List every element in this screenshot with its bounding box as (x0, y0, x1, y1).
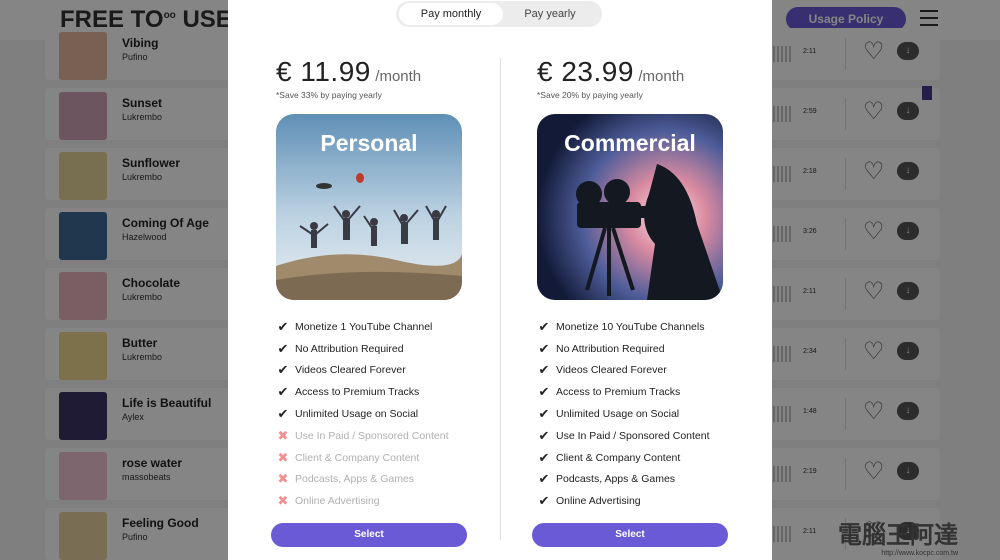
feature-text: Podcasts, Apps & Games (295, 473, 415, 486)
check-icon: ✔ (538, 406, 550, 422)
commercial-plan-image: Commercial (537, 114, 723, 300)
feature-item: ✔ Monetize 10 YouTube Channels (537, 316, 710, 338)
feature-item: ✔ Access to Premium Tracks (537, 381, 710, 403)
check-icon: ✔ (538, 427, 550, 443)
watermark-text: 電腦王阿達 (838, 522, 958, 549)
feature-text: Access to Premium Tracks (556, 386, 681, 399)
personal-feature-list: ✔ Monetize 1 YouTube Channel ✔ No Attribut… (276, 316, 449, 512)
feature-item: ✔ Podcasts, Apps & Games (537, 469, 710, 491)
feature-text: No Attribution Required (556, 342, 665, 355)
cross-icon: ✖ (277, 493, 289, 509)
feature-text: Videos Cleared Forever (295, 364, 406, 377)
check-icon: ✔ (538, 384, 550, 400)
personal-price: € 11.99 /month (276, 56, 421, 88)
check-icon: ✔ (538, 471, 550, 487)
check-icon: ✔ (538, 340, 550, 356)
save-note: *Save 20% by paying yearly (537, 90, 643, 100)
feature-text: Podcasts, Apps & Games (556, 473, 676, 486)
save-note: *Save 33% by paying yearly (276, 90, 382, 100)
feature-item-excluded: ✖ Client & Company Content (276, 447, 449, 469)
check-icon: ✔ (277, 384, 289, 400)
price-amount: € 23.99 (537, 56, 634, 87)
feature-text: Videos Cleared Forever (556, 364, 667, 377)
feature-text: Client & Company Content (295, 451, 420, 464)
select-personal-button[interactable]: Select (271, 523, 467, 547)
check-icon: ✔ (538, 449, 550, 465)
feature-item: ✔ Unlimited Usage on Social (537, 403, 710, 425)
feature-text: Unlimited Usage on Social (295, 408, 419, 421)
feature-item-excluded: ✖ Use In Paid / Sponsored Content (276, 425, 449, 447)
feature-item: ✔ Monetize 1 YouTube Channel (276, 316, 449, 338)
feature-text: Client & Company Content (556, 451, 681, 464)
check-icon: ✔ (538, 318, 550, 334)
check-icon: ✔ (277, 406, 289, 422)
feature-item-excluded: ✖ Podcasts, Apps & Games (276, 469, 449, 491)
feature-text: Monetize 1 YouTube Channel (295, 320, 433, 333)
feature-item: ✔ Unlimited Usage on Social (276, 403, 449, 425)
plan-label: Commercial (564, 130, 696, 156)
feature-text: Access to Premium Tracks (295, 386, 420, 399)
personal-plan-image: Personal (276, 114, 462, 300)
feature-text: Online Advertising (556, 495, 641, 508)
check-icon: ✔ (277, 340, 289, 356)
feature-item: ✔ No Attribution Required (537, 338, 710, 360)
site-watermark: 電腦王阿達 http://www.kocpc.com.tw (838, 515, 958, 557)
check-icon: ✔ (538, 362, 550, 378)
personal-plan: € 11.99 /month *Save 33% by paying yearl… (271, 0, 516, 560)
feature-text: Use In Paid / Sponsored Content (295, 429, 449, 442)
select-commercial-button[interactable]: Select (532, 523, 728, 547)
feature-text: Use In Paid / Sponsored Content (556, 429, 710, 442)
price-amount: € 11.99 (276, 56, 371, 87)
cross-icon: ✖ (277, 449, 289, 465)
feature-item-excluded: ✖ Online Advertising (276, 490, 449, 512)
feature-item: ✔ Client & Company Content (537, 447, 710, 469)
feature-text: Online Advertising (295, 495, 380, 508)
check-icon: ✔ (277, 318, 289, 334)
cross-icon: ✖ (277, 471, 289, 487)
price-period: /month (638, 68, 685, 85)
commercial-feature-list: ✔ Monetize 10 YouTube Channels ✔ No Attrib… (537, 316, 710, 512)
commercial-plan: € 23.99 /month *Save 20% by paying yearl… (532, 0, 777, 560)
feature-item: ✔ No Attribution Required (276, 338, 449, 360)
feature-item: ✔ Access to Premium Tracks (276, 381, 449, 403)
cross-icon: ✖ (277, 427, 289, 443)
feature-text: No Attribution Required (295, 342, 404, 355)
commercial-price: € 23.99 /month (537, 56, 684, 88)
plan-label: Personal (320, 130, 418, 156)
watermark-url: http://www.kocpc.com.tw (881, 550, 958, 557)
feature-text: Monetize 10 YouTube Channels (556, 320, 705, 333)
feature-text: Unlimited Usage on Social (556, 408, 680, 421)
check-icon: ✔ (538, 493, 550, 509)
feature-item: ✔ Use In Paid / Sponsored Content (537, 425, 710, 447)
price-period: /month (375, 68, 422, 85)
feature-item: ✔ Videos Cleared Forever (276, 360, 449, 382)
check-icon: ✔ (277, 362, 289, 378)
feature-item: ✔ Online Advertising (537, 490, 710, 512)
feature-item: ✔ Videos Cleared Forever (537, 360, 710, 382)
